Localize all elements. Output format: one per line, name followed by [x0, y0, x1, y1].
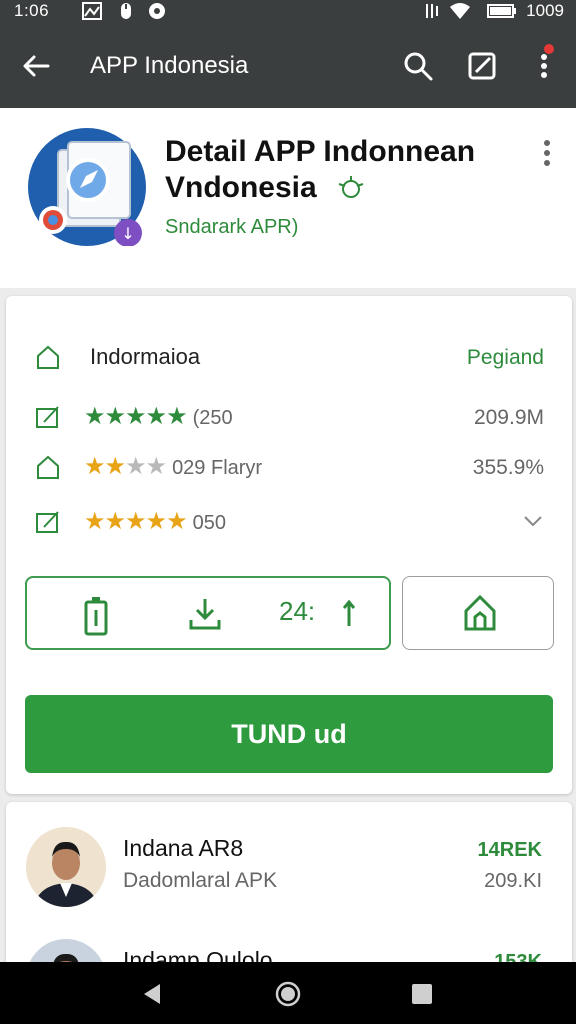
- system-nav-bar: [0, 962, 576, 1024]
- overflow-menu-icon[interactable]: [540, 138, 554, 168]
- info-row-gold: ★★★★★ 050: [6, 501, 572, 541]
- install-button[interactable]: TUND ud: [25, 695, 553, 773]
- info-percent: 355.9%: [472, 456, 544, 479]
- vibrate-icon: [426, 4, 438, 18]
- nav-recents-icon[interactable]: [408, 980, 436, 1008]
- image-icon: [82, 2, 102, 20]
- list-item-subtitle: Dadomlaral APK: [123, 869, 278, 892]
- wifi-icon: [450, 3, 470, 19]
- list-item-title: Indana AR8: [123, 835, 244, 861]
- stats-pill[interactable]: 24:: [25, 576, 391, 650]
- status-time: 1:06: [14, 1, 50, 20]
- rating-stars-green: ★★★★★ (250: [84, 403, 233, 430]
- rating-stars-mixed: ★★★★ 029 Flaryr: [84, 453, 263, 480]
- rating-stars-gold: ★★★★★ 050: [84, 508, 226, 535]
- info-row-rating: ★★★★★ (250 209.9M: [6, 396, 572, 436]
- info-row-header: Indormaioa Pegiand: [6, 336, 572, 376]
- home-outline-icon: [37, 455, 59, 479]
- info-row-reviews: ★★★★ 029 Flaryr 355.9%: [6, 446, 572, 486]
- stat-value: 24:: [279, 596, 316, 626]
- info-card: Indormaioa Pegiand ★★★★★ (250 209.9M ★★★★…: [6, 296, 572, 794]
- back-arrow-icon[interactable]: [20, 50, 52, 82]
- chevron-down-icon[interactable]: [522, 513, 544, 529]
- app-bar-title: APP Indonesia: [90, 52, 249, 79]
- status-bar: 1:06 1009: [0, 0, 576, 24]
- notification-badge: [544, 44, 554, 54]
- info-size: 209.9M: [473, 406, 544, 429]
- app-share-icon: [338, 176, 364, 199]
- battery-stat-icon: [84, 597, 108, 636]
- edit-icon[interactable]: [464, 48, 500, 84]
- search-icon[interactable]: [400, 48, 436, 84]
- list-item-size: 209.KI: [484, 870, 542, 892]
- mouse-icon: [121, 3, 131, 19]
- app-subtitle: Sndarark APR): [165, 216, 299, 238]
- arrow-up-icon: [343, 600, 355, 626]
- edit-note-icon-2: [36, 511, 59, 533]
- app-header: ↓ Detail APP Indonnean Vndonesia Sndarar…: [0, 108, 576, 288]
- app-title-line2: Vndonesia: [165, 171, 367, 205]
- nav-back-icon[interactable]: [138, 980, 166, 1008]
- battery-icon: [487, 4, 516, 18]
- list-item-count: 14REK: [477, 839, 542, 861]
- home-bookmark-icon: [464, 594, 496, 631]
- list-item[interactable]: Indana AR8 Dadomlaral APK 14REK 209.KI: [6, 802, 572, 912]
- download-icon: [189, 599, 221, 630]
- app-title: Detail APP Indonnean: [165, 135, 476, 168]
- home-icon: [37, 345, 59, 369]
- svg-text:↓: ↓: [121, 224, 134, 243]
- nav-home-icon[interactable]: [274, 980, 302, 1008]
- avatar: [26, 827, 106, 907]
- app-bar: APP Indonesia: [0, 24, 576, 108]
- related-apps-list: Indana AR8 Dadomlaral APK 14REK 209.KI I…: [6, 802, 572, 982]
- edit-note-icon: [36, 406, 59, 428]
- info-category[interactable]: Pegiand: [467, 346, 544, 370]
- app-logo: ↓: [28, 128, 146, 247]
- more-vert-icon[interactable]: [526, 48, 562, 84]
- wishlist-button[interactable]: [402, 576, 554, 650]
- info-label: Indormaioa: [90, 344, 201, 369]
- dot-icon: [149, 3, 165, 19]
- status-right-text: 1009: [526, 1, 564, 20]
